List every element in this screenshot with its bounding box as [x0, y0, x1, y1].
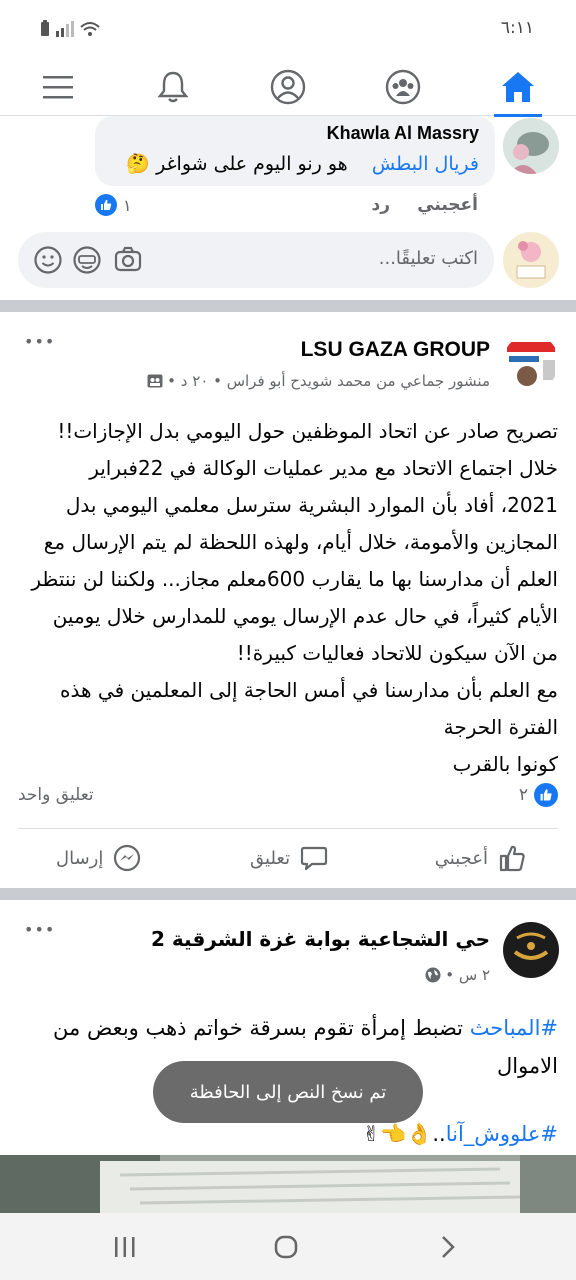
current-user-avatar — [503, 232, 559, 288]
post1-send-label: إرسال — [56, 847, 104, 869]
post1-reactions[interactable]: ٢ — [519, 783, 558, 807]
like-reaction-icon — [95, 194, 117, 216]
comment-text: هو رنو اليوم على شواغر — [156, 153, 348, 175]
post1-comment-button[interactable]: تعليق — [250, 830, 328, 886]
post2-page-name[interactable]: حي الشجاعية بوابة غزة الشرقية 2 — [151, 927, 490, 951]
status-icons — [40, 19, 100, 37]
notifications-tab[interactable] — [141, 58, 205, 116]
home-icon — [502, 72, 534, 102]
comment-author[interactable]: Khawla Al Massry — [327, 123, 479, 144]
post1-more-button[interactable]: ••• — [24, 332, 55, 351]
post2-photo — [0, 1155, 576, 1213]
post1-line: العلم أن مدارسنا بها ما يقارب 600معلم مج… — [31, 567, 558, 591]
post2-emojis: 👌👈✌ — [362, 1122, 433, 1146]
post2-image[interactable] — [0, 1155, 576, 1213]
like-reaction-icon — [534, 783, 558, 807]
comment-reactions[interactable]: ١ — [95, 194, 132, 216]
post1-line: مع العلم بأن مدارسنا في أمس الحاجة إلى ا… — [60, 678, 558, 702]
post2-hashtag[interactable]: #علووش_آنا — [446, 1122, 558, 1146]
thinking-emoji: 🤔 — [126, 153, 151, 175]
groups-tab[interactable] — [371, 58, 435, 116]
post2-meta-text: ٢ س • — [445, 966, 490, 984]
post1-reaction-count: ٢ — [518, 785, 528, 805]
messenger-icon — [114, 844, 141, 872]
feed-separator — [0, 300, 576, 312]
clock: ٦:١١ — [500, 18, 534, 38]
profile-icon — [270, 69, 306, 105]
groups-icon — [385, 69, 421, 105]
comment-input[interactable]: اكتب تعليقًا... — [18, 232, 494, 288]
system-navigation-bar — [0, 1213, 576, 1280]
top-navigation — [0, 58, 576, 117]
menu-button[interactable] — [26, 58, 90, 116]
post1-group-name[interactable]: LSU GAZA GROUP — [301, 338, 490, 362]
comment-reaction-count: ١ — [123, 195, 132, 215]
post2-text: .. — [432, 1122, 446, 1146]
back-icon[interactable] — [440, 1235, 456, 1259]
post1-like-label: أعجبني — [434, 847, 488, 869]
comment-bubble[interactable]: Khawla Al Massry فريال البطش هو رنو اليو… — [95, 116, 495, 186]
gif-sticker-icon[interactable] — [73, 246, 101, 274]
recent-apps-icon[interactable] — [114, 1237, 136, 1257]
post1-line: 2021، أفاد بأن الموارد البشرية سترسل معل… — [65, 493, 558, 517]
post2-more-button[interactable]: ••• — [24, 920, 55, 939]
comment-mention[interactable]: فريال البطش — [372, 153, 479, 175]
feed-separator — [0, 888, 576, 900]
post1-line: المجازين والأمومة، خلال أيام، ولهذه اللح… — [43, 530, 558, 554]
home-tab[interactable] — [486, 58, 550, 117]
post1-meta-text: منشور جماعي من محمد شويدح أبو فراس • ٢٠ … — [167, 372, 490, 390]
comment-input-placeholder: اكتب تعليقًا... — [378, 248, 478, 269]
toast-message: تم نسخ النص إلى الحافظة — [153, 1061, 423, 1123]
post1-line: خلال اجتماع الاتحاد مع مدير عمليات الوكا… — [89, 456, 558, 480]
post1-body: تصريح صادر عن اتحاد الموظفين حول اليومي … — [18, 413, 558, 783]
battery-icon — [41, 20, 49, 36]
post1-send-button[interactable]: إرسال — [56, 830, 141, 886]
thumbs-up-icon — [499, 845, 525, 872]
emoji-icon[interactable] — [34, 246, 62, 274]
post2-text: تضبط إمرأة تقوم بسرقة خواتم ذهب وبعض من — [53, 1016, 470, 1040]
comment-like-link[interactable]: أعجبني — [417, 195, 478, 215]
group-privacy-icon — [147, 374, 163, 388]
post1-meta: منشور جماعي من محمد شويدح أبو فراس • ٢٠ … — [147, 372, 490, 390]
current-user-avatar-image — [503, 232, 559, 288]
post1-comments-count[interactable]: تعليق واحد — [18, 785, 94, 805]
post2-hashtag[interactable]: #المباحث — [470, 1016, 558, 1040]
post1-like-button[interactable]: أعجبني — [435, 830, 526, 886]
comment-text-line: فريال البطش هو رنو اليوم على شواغر 🤔 — [126, 152, 479, 175]
group-avatar[interactable] — [503, 334, 559, 390]
post1-line: الأيام كثيراً، في حال عدم الإرسال يومي ل… — [52, 604, 558, 628]
post1-line: الفترة الحرجة — [443, 715, 558, 739]
profile-tab[interactable] — [256, 58, 320, 116]
notifications-icon — [157, 71, 189, 103]
wifi-icon — [80, 22, 100, 36]
comment-reply-link[interactable]: رد — [371, 195, 390, 215]
signal-icon — [56, 21, 74, 37]
group-avatar-image — [503, 334, 559, 390]
menu-icon — [43, 76, 73, 99]
divider — [18, 828, 558, 829]
page-avatar-image — [503, 922, 559, 978]
commenter-avatar-image — [503, 118, 559, 174]
post1-line: تصريح صادر عن اتحاد الموظفين حول اليومي … — [57, 419, 558, 443]
post1-line: من الآن سيكون للاتحاد فعاليات كبيرة!! — [236, 641, 558, 665]
post1-line: كونوا بالقرب — [452, 752, 558, 776]
comment-icon — [301, 846, 328, 871]
post1-comment-label: تعليق — [250, 847, 291, 869]
page-avatar[interactable] — [503, 922, 559, 978]
commenter-avatar[interactable] — [503, 118, 559, 174]
globe-icon — [425, 967, 441, 983]
camera-icon[interactable] — [114, 246, 142, 272]
post1-action-bar: أعجبني تعليق إرسال — [0, 830, 576, 886]
home-button-icon[interactable] — [274, 1235, 298, 1259]
status-bar: ٦:١١ — [0, 0, 576, 58]
post2-line: #المباحث تضبط إمرأة تقوم بسرقة خواتم ذهب… — [18, 1009, 558, 1047]
post2-meta: ٢ س • — [425, 966, 490, 984]
